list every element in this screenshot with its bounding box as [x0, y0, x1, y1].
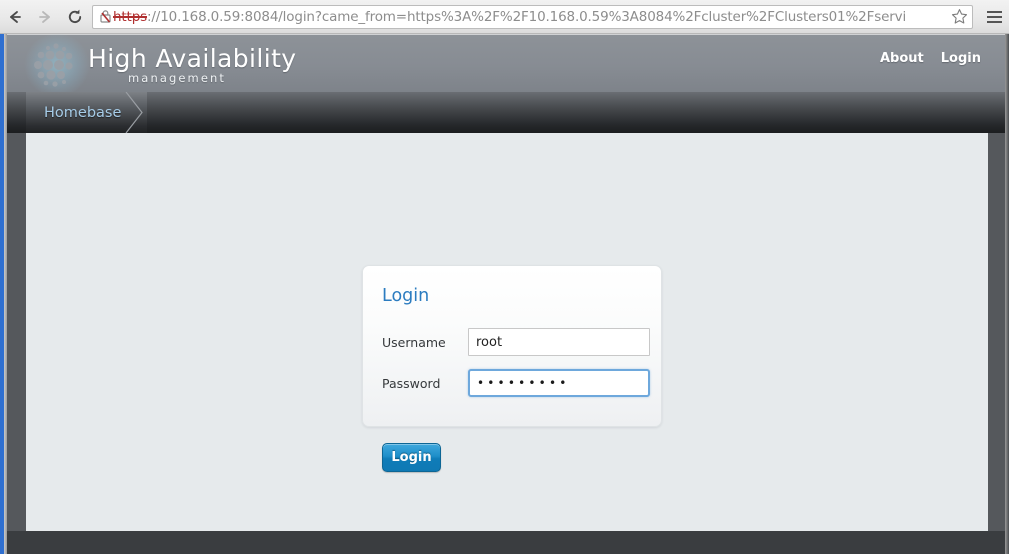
password-row: Password •••••••••: [382, 369, 652, 397]
password-input[interactable]: •••••••••: [468, 369, 650, 397]
broken-certificate-icon[interactable]: [98, 9, 112, 25]
browser-toolbar: https://10.168.0.59:8084/login?came_from…: [0, 0, 1009, 34]
back-button[interactable]: [0, 2, 30, 32]
address-bar[interactable]: https://10.168.0.59:8084/login?came_from…: [92, 4, 973, 29]
username-input[interactable]: [468, 328, 650, 356]
hamburger-menu-icon[interactable]: [979, 2, 1009, 32]
login-panel-title: Login: [382, 286, 430, 306]
page-viewport: High Availability management About Login…: [7, 34, 1005, 554]
username-row: Username: [382, 328, 652, 356]
hexagon-dots-logo-icon: [24, 34, 90, 96]
login-submit-button[interactable]: Login: [382, 443, 441, 472]
reload-icon: [66, 8, 84, 26]
forward-arrow-icon: [36, 8, 54, 26]
content-area: Login Username Password ••••••••• Login: [26, 133, 988, 531]
reload-button[interactable]: [60, 2, 90, 32]
nav-bar: Homebase: [7, 92, 1005, 133]
url-rest: ://10.168.0.59:8084/login?came_from=http…: [147, 8, 907, 25]
username-label: Username: [382, 334, 446, 350]
login-panel: Login Username Password •••••••••: [362, 265, 662, 427]
brand-title: High Availability: [88, 43, 297, 73]
brand-logo[interactable]: High Availability management: [24, 34, 297, 96]
header-links: About Login: [880, 51, 981, 66]
nav-tab-homebase[interactable]: Homebase: [26, 92, 148, 133]
star-icon[interactable]: [950, 8, 968, 26]
url-scheme: https: [113, 8, 147, 25]
site-header: High Availability management About Login: [7, 34, 1005, 96]
window-edge-right: [1005, 34, 1009, 554]
header-link-login[interactable]: Login: [941, 51, 981, 66]
password-label: Password: [382, 375, 441, 391]
nav-tab-homebase-label: Homebase: [44, 104, 122, 121]
forward-button[interactable]: [30, 2, 60, 32]
brand-subtitle: management: [128, 70, 227, 85]
url-text: https://10.168.0.59:8084/login?came_from…: [113, 9, 948, 25]
header-link-about[interactable]: About: [880, 51, 924, 66]
page-footer-area: [7, 531, 1005, 554]
back-arrow-icon: [6, 8, 24, 26]
